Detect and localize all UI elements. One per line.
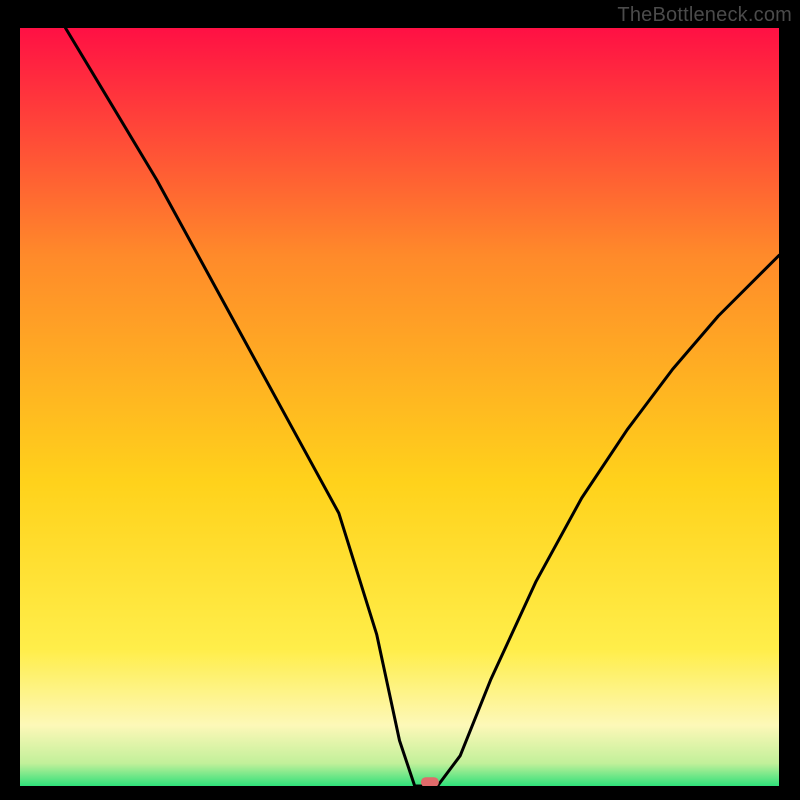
watermark-text: TheBottleneck.com: [617, 4, 792, 27]
optimal-marker: [421, 777, 439, 786]
bottleneck-chart: [20, 28, 779, 786]
chart-svg: [20, 28, 779, 786]
